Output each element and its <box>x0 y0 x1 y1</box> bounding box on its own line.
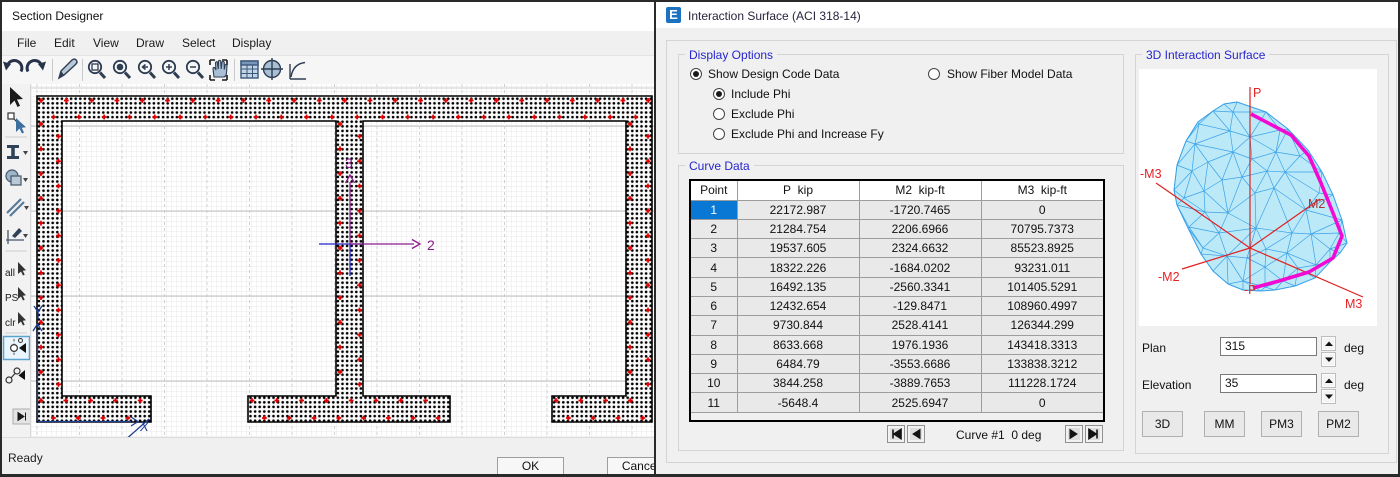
svg-text:clr: clr <box>5 318 16 329</box>
svg-text:M3: M3 <box>1345 297 1362 311</box>
svg-text:-P: -P <box>1244 283 1257 297</box>
svg-text:3: 3 <box>345 155 353 171</box>
svg-text:X: X <box>139 419 150 434</box>
svg-text:2: 2 <box>427 237 435 253</box>
svg-text:M2: M2 <box>1308 197 1325 211</box>
svg-text:-M2: -M2 <box>1158 270 1180 284</box>
svg-text:PS: PS <box>5 293 19 304</box>
svg-text:-M3: -M3 <box>1140 167 1162 181</box>
svg-text:all: all <box>5 268 15 279</box>
svg-text:P: P <box>1253 86 1261 100</box>
